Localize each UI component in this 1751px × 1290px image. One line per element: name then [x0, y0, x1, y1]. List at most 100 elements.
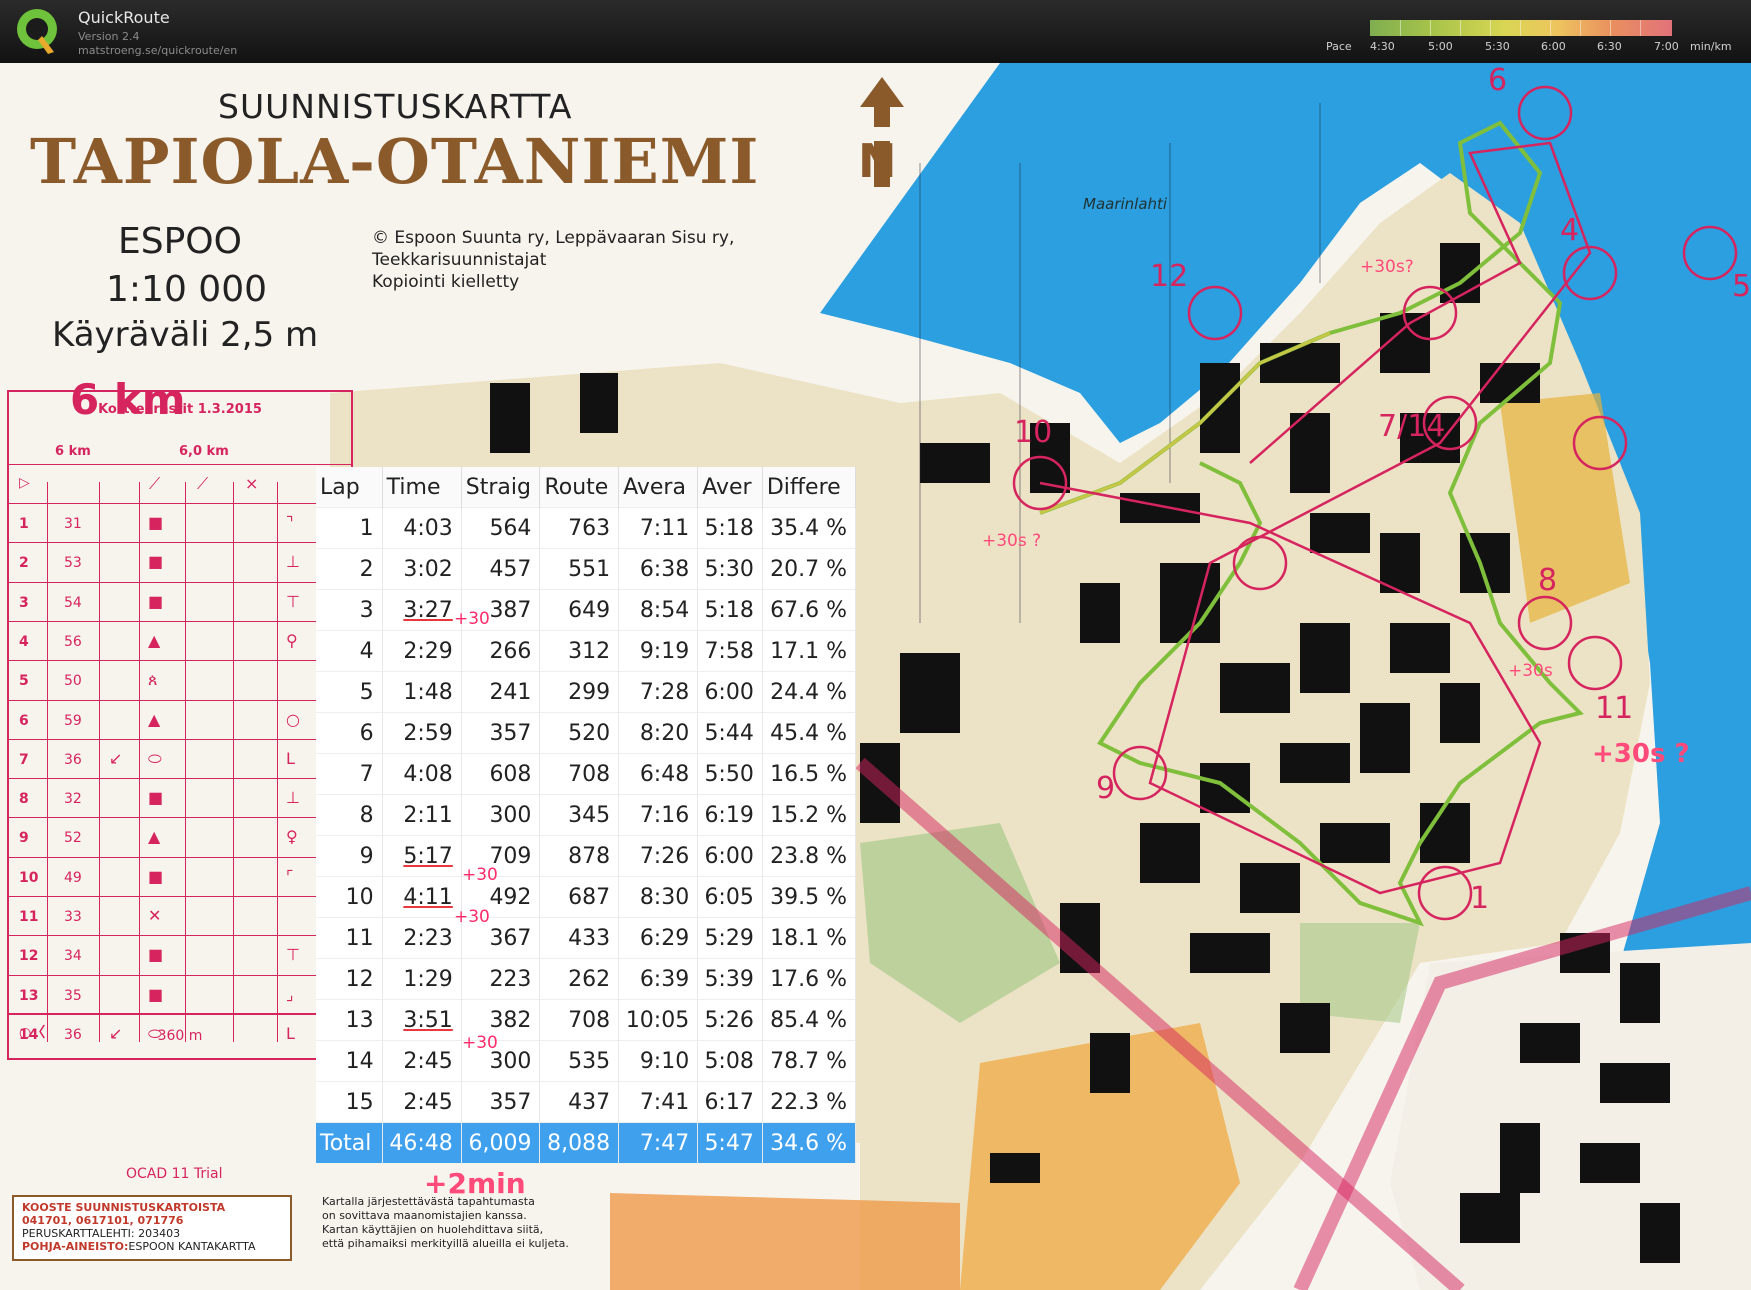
lap-cell: 6:17	[697, 1081, 763, 1123]
cross-icon: ×	[245, 474, 259, 493]
lap-row[interactable]: 12 1:29 223 262 6:39 5:39 17.6 %	[316, 958, 857, 1000]
lap-cell: 708	[539, 999, 620, 1041]
feature-symbol-icon: ጰ	[148, 670, 158, 690]
lap-row[interactable]: 4 2:29 266 312 9:19 7:58 17.1 %	[316, 630, 857, 672]
lap-cell: 4:03	[382, 507, 462, 549]
orienteering-map[interactable]: SUUNNISTUSKARTTA TAPIOLA-OTANIEMI N ESPO…	[0, 63, 1751, 1290]
lap-row[interactable]: 15 2:45 357 437 7:41 6:17 22.3 %	[316, 1081, 857, 1123]
pace-unit: min/km	[1690, 40, 1732, 53]
start-row: ▷ ⟋ ⟋ ×	[9, 464, 351, 504]
lap-cell: 10:05	[618, 999, 699, 1041]
feature-symbol-icon: ■	[148, 866, 164, 886]
lap-row[interactable]: 13 3:51 382 708 10:05 5:26 85.4 %	[316, 999, 857, 1041]
location-symbol-icon: ⌝	[286, 513, 294, 532]
lap-row[interactable]: 8 2:11 300 345 7:16 6:19 15.2 %	[316, 794, 857, 836]
total-row[interactable]: Total 46:48 6,009 8,088 7:47 5:47 34.6 %	[316, 1122, 857, 1163]
column-header[interactable]: Lap	[316, 467, 383, 508]
column-header[interactable]: Differe	[762, 467, 857, 508]
column-header[interactable]: Time	[382, 467, 462, 508]
map-annotation: +30s ?	[1592, 739, 1690, 769]
lap-row[interactable]: 3 3:27 387 649 8:54 5:18 67.6 %	[316, 589, 857, 631]
lap-row[interactable]: 10 4:11 492 687 8:30 6:05 39.5 %	[316, 876, 857, 918]
location-symbol-icon: ⊥	[286, 788, 300, 808]
lap-row[interactable]: 6 2:59 357 520 8:20 5:44 45.4 %	[316, 712, 857, 754]
app-url[interactable]: matstroeng.se/quickroute/en	[78, 44, 237, 57]
control-code: 32	[64, 791, 82, 808]
lap-cell: 16.5 %	[762, 753, 857, 795]
copyright-line: Kopiointi kielletty	[372, 272, 520, 292]
lap-cell: 2:11	[382, 794, 462, 836]
map-annotation: +30s ?	[982, 531, 1042, 551]
lap-cell: 5:44	[697, 712, 763, 754]
lap-table[interactable]: Lap Time Straig Route Avera Aver Differe 1 4:03…	[316, 467, 857, 1163]
control-seq-number: 3	[19, 594, 29, 611]
lap-cell: 241	[461, 671, 541, 713]
pace-tick: 6:00	[1541, 40, 1566, 53]
lap-cell: 8:54	[618, 589, 699, 631]
control-number: 1	[1470, 881, 1490, 916]
quickroute-logo-icon	[17, 9, 57, 54]
total-cell: Total	[316, 1122, 383, 1163]
lap-cell: 345	[539, 794, 620, 836]
lap-cell: 299	[539, 671, 620, 713]
lap-row[interactable]: 11 2:23 367 433 6:29 5:29 18.1 %	[316, 917, 857, 959]
lap-row[interactable]: 7 4:08 608 708 6:48 5:50 16.5 %	[316, 753, 857, 795]
control-code: 33	[64, 909, 82, 925]
lap-cell: 312	[539, 630, 620, 672]
control-desc-row: 2 53 ■ ⊥	[9, 542, 351, 582]
column-header[interactable]: Avera	[618, 467, 699, 508]
lap-cell: 6:38	[618, 548, 699, 590]
lap-cell: 7:28	[618, 671, 699, 713]
svg-text:N: N	[858, 134, 897, 187]
control-number: 12	[1150, 259, 1189, 294]
control-number: 7/14	[1378, 409, 1446, 444]
feature-symbol-icon: ▲	[148, 709, 161, 729]
column-header[interactable]: Route	[539, 467, 620, 508]
pace-tick: 5:00	[1428, 40, 1453, 53]
total-cell: 34.6 %	[762, 1122, 857, 1163]
map-city: ESPOO	[118, 221, 242, 262]
lap-cell: 6:19	[697, 794, 763, 836]
lap-row[interactable]: 2 3:02 457 551 6:38 5:30 20.7 %	[316, 548, 857, 590]
control-desc-row: 10 49 ■ ⌜	[9, 856, 351, 897]
start-triangle-icon: ▷	[19, 475, 30, 491]
lap-row[interactable]: 9 5:17 709 878 7:26 6:00 23.8 %	[316, 835, 857, 877]
location-symbol-icon: ⊤	[286, 945, 300, 965]
column-header[interactable]: Aver	[697, 467, 763, 508]
lap-cell: 2:29	[382, 630, 462, 672]
total-penalty-note: +2min	[424, 1167, 526, 1200]
control-code: 36	[64, 751, 82, 768]
lap-cell: 7:58	[697, 630, 763, 672]
lap-cell: 2:45	[382, 1081, 462, 1123]
control-code: 59	[64, 712, 82, 729]
control-code: 54	[64, 594, 82, 611]
penalty-note: +30	[454, 907, 490, 927]
lap-cell: 39.5 %	[762, 876, 857, 918]
control-code: 56	[64, 633, 82, 650]
map-supertitle: SUUNNISTUSKARTTA	[218, 87, 573, 126]
total-cell: 5:47	[697, 1122, 763, 1163]
control-description-sheet: Korttelirastit 1.3.2015 6 km 6,0 km ▷ ⟋ …	[7, 390, 353, 1060]
lap-cell: 5:30	[697, 548, 763, 590]
lap-cell: 85.4 %	[762, 999, 857, 1041]
feature-symbol-icon: ■	[148, 591, 164, 611]
kooste-peruskartta: PERUSKARTTALEHTI: 203403	[22, 1227, 181, 1240]
column-header[interactable]: Straig	[461, 467, 541, 508]
map-note: Kartalla järjestettävästä tapahtumasta o…	[322, 1195, 612, 1251]
lap-cell: 3	[316, 589, 383, 631]
lap-cell: 357	[461, 712, 541, 754]
lap-row[interactable]: 14 2:45 300 535 9:10 5:08 78.7 %	[316, 1040, 857, 1082]
lap-cell: 3:02	[382, 548, 462, 590]
lap-row[interactable]: 1 4:03 564 763 7:11 5:18 35.4 %	[316, 507, 857, 549]
lap-cell: 2	[316, 548, 383, 590]
control-seq-number: 1	[19, 516, 29, 532]
lap-row[interactable]: 5 1:48 241 299 7:28 6:00 24.4 %	[316, 671, 857, 713]
lap-cell: 9	[316, 835, 383, 877]
lap-cell: 23.8 %	[762, 835, 857, 877]
lap-cell: 6	[316, 712, 383, 754]
lap-cell: 520	[539, 712, 620, 754]
lap-cell: 608	[461, 753, 541, 795]
event-title: Korttelirastit 1.3.2015	[98, 402, 262, 417]
control-seq-number: 10	[19, 869, 39, 886]
control-desc-row: 8 32 ■ ⊥	[9, 778, 351, 818]
